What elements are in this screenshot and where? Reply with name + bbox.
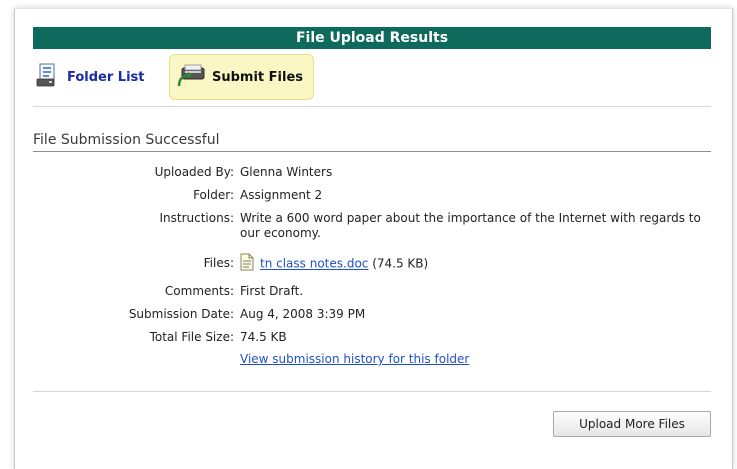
submission-date-label: Submission Date:	[128, 307, 234, 321]
section-underline	[33, 151, 711, 152]
comments-value: First Draft.	[240, 284, 304, 298]
total-size-value: 74.5 KB	[240, 330, 287, 344]
folder-list-button[interactable]: Folder List	[33, 54, 170, 100]
document-icon	[240, 253, 254, 275]
uploaded-by-label: Uploaded By:	[154, 165, 234, 179]
comments-label: Comments:	[164, 284, 234, 298]
divider	[33, 106, 711, 107]
file-link[interactable]: tn class notes.doc	[260, 257, 368, 271]
instructions-value: Write a 600 word paper about the importa…	[240, 211, 701, 240]
divider-bottom	[33, 391, 711, 392]
uploaded-by-value: Glenna Winters	[240, 165, 333, 179]
submission-date-value: Aug 4, 2008 3:39 PM	[240, 307, 366, 321]
folder-label: Folder:	[193, 188, 234, 202]
submit-files-button[interactable]: Submit Files	[169, 54, 314, 100]
section-title: File Submission Successful	[33, 132, 220, 148]
submit-files-icon	[176, 62, 206, 92]
folder-value: Assignment 2	[240, 188, 323, 202]
instructions-label: Instructions:	[159, 211, 234, 225]
page-title: File Upload Results	[33, 27, 711, 49]
upload-more-files-button[interactable]: Upload More Files	[553, 411, 711, 437]
folder-list-label: Folder List	[67, 69, 145, 85]
submission-history-link[interactable]: View submission history for this folder	[240, 352, 469, 366]
folder-list-icon	[35, 62, 61, 92]
files-label: Files:	[203, 256, 234, 270]
submit-files-label: Submit Files	[212, 69, 304, 85]
file-size: (74.5 KB)	[372, 256, 429, 271]
files-value: tn class notes.doc (74.5 KB)	[240, 253, 710, 275]
total-size-label: Total File Size:	[149, 330, 234, 344]
